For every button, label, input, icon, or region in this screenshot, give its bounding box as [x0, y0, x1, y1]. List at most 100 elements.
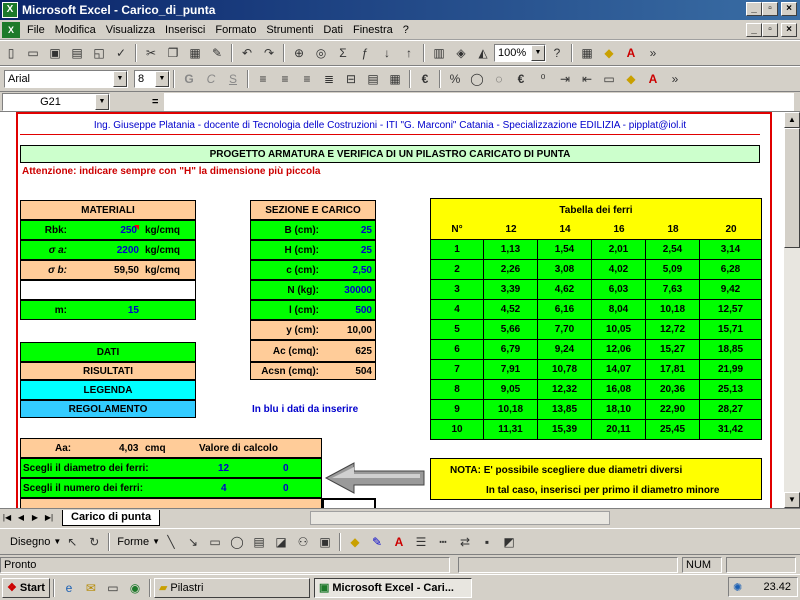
font-size-select[interactable]: 8 ▼ — [134, 70, 170, 88]
fill-color-icon[interactable]: ◆ — [598, 43, 620, 63]
tabella-cell[interactable]: 15,71 — [700, 320, 762, 340]
font-color-icon-3[interactable]: A — [388, 532, 410, 552]
bold-icon[interactable]: G — [178, 69, 200, 89]
close-button[interactable]: × — [781, 2, 797, 16]
scroll-thumb[interactable] — [784, 128, 800, 248]
autosum-icon[interactable]: Σ — [332, 43, 354, 63]
tabella-cell[interactable]: 12,06 — [592, 340, 646, 360]
project-title[interactable]: PROGETTO ARMATURA E VERIFICA DI UN PILAS… — [20, 145, 760, 163]
open-icon[interactable]: ▭ — [22, 43, 44, 63]
clock[interactable]: 23.42 — [763, 581, 791, 593]
legend-legenda[interactable]: LEGENDA — [20, 380, 196, 400]
format-painter-icon[interactable]: ✎ — [206, 43, 228, 63]
sezione-row-ac[interactable]: Ac (cmq): 625 — [250, 340, 376, 362]
calc-partial-row[interactable] — [20, 498, 322, 508]
tabella-row-number[interactable]: 9 — [430, 400, 484, 420]
tabella-cell[interactable]: 18,85 — [700, 340, 762, 360]
menu-modifica[interactable]: Modifica — [50, 24, 101, 36]
last-sheet-icon[interactable]: ▶| — [42, 511, 56, 525]
tabella-cell[interactable]: 7,91 — [484, 360, 538, 380]
menu-visualizza[interactable]: Visualizza — [101, 24, 160, 36]
tabella-cell[interactable]: 12,57 — [700, 300, 762, 320]
tabella-cell[interactable]: 25,45 — [646, 420, 700, 440]
tabella-row-number[interactable]: 3 — [430, 280, 484, 300]
tabella-cell[interactable]: 21,99 — [700, 360, 762, 380]
sort-asc-icon[interactable]: ↓ — [376, 43, 398, 63]
tabella-title[interactable]: Tabella dei ferri — [430, 202, 762, 218]
ie-icon[interactable]: e — [58, 578, 80, 598]
euro-icon[interactable]: € — [414, 69, 436, 89]
tabella-cell[interactable]: 1,13 — [484, 240, 538, 260]
formula-input[interactable] — [164, 92, 795, 111]
calc-aa-row[interactable]: Aa: 4,03 cmq Valore di calcolo — [20, 438, 322, 458]
minimize-button[interactable]: _ — [746, 2, 762, 16]
chevron-down-icon[interactable]: ▼ — [531, 45, 545, 61]
chevron-down-icon[interactable]: ▼ — [53, 537, 61, 546]
italic-icon[interactable]: C — [200, 69, 222, 89]
desktop-icon[interactable]: ▭ — [102, 578, 124, 598]
tabella-row-number[interactable]: 6 — [430, 340, 484, 360]
tabella-cell[interactable]: 3,14 — [700, 240, 762, 260]
print-preview-icon[interactable]: ◱ — [88, 43, 110, 63]
sezione-row-c[interactable]: c (cm): 2,50 — [250, 260, 376, 280]
rectangle-icon[interactable]: ▭ — [204, 532, 226, 552]
map-icon[interactable]: ◈ — [450, 43, 472, 63]
font-color-icon-2[interactable]: A — [642, 69, 664, 89]
warning-text[interactable]: Attenzione: indicare sempre con "H" la d… — [22, 164, 522, 178]
tabella-cell[interactable]: 7,70 — [538, 320, 592, 340]
tabella-cell[interactable]: 14,07 — [592, 360, 646, 380]
undo-icon[interactable]: ↶ — [236, 43, 258, 63]
tabella-cell[interactable]: 10,18 — [646, 300, 700, 320]
sezione-row-y[interactable]: y (cm): 10,00 — [250, 320, 376, 340]
align-left-icon[interactable]: ≡ — [252, 69, 274, 89]
chevron-down-icon[interactable]: ▼ — [155, 71, 169, 87]
clipart-icon[interactable]: ⚇ — [292, 532, 314, 552]
zoom-select[interactable]: 100% ▼ — [494, 44, 546, 62]
tabella-cell[interactable]: 2,54 — [646, 240, 700, 260]
grid-icon[interactable]: ▦ — [384, 69, 406, 89]
tabella-row-number[interactable]: 5 — [430, 320, 484, 340]
materiali-row-rbk[interactable]: Rbk: 250 kg/cmq — [20, 220, 196, 240]
maximize-button[interactable]: ▫ — [762, 2, 778, 16]
menu-help[interactable]: ? — [398, 24, 414, 36]
tabella-header-cell[interactable]: 18 — [646, 220, 700, 238]
sezione-row-n[interactable]: N (kg): 30000 — [250, 280, 376, 300]
drawing-icon[interactable]: ◭ — [472, 43, 494, 63]
tabella-cell[interactable]: 4,52 — [484, 300, 538, 320]
3d-icon[interactable]: ◩ — [498, 532, 520, 552]
chevron-down-icon[interactable]: ▼ — [152, 537, 160, 546]
function-icon[interactable]: ƒ — [354, 43, 376, 63]
menu-finestra[interactable]: Finestra — [348, 24, 398, 36]
first-sheet-icon[interactable]: |◀ — [0, 511, 14, 525]
tabella-cell[interactable]: 10,18 — [484, 400, 538, 420]
sezione-row-h[interactable]: H (cm): 25 — [250, 240, 376, 260]
tabella-cell[interactable]: 17,81 — [646, 360, 700, 380]
tab-carico-di-punta[interactable]: Carico di punta — [62, 509, 161, 526]
materiali-empty-row[interactable] — [20, 280, 196, 300]
tabella-row-number[interactable]: 2 — [430, 260, 484, 280]
tabella-cell[interactable]: 22,90 — [646, 400, 700, 420]
tabella-header-cell[interactable]: N° — [430, 220, 484, 238]
tabella-cell[interactable]: 9,42 — [700, 280, 762, 300]
paste-icon[interactable]: ▦ — [184, 43, 206, 63]
fill-color-icon-3[interactable]: ◆ — [344, 532, 366, 552]
tabella-header-cell[interactable]: 16 — [592, 220, 646, 238]
tabella-cell[interactable]: 6,16 — [538, 300, 592, 320]
align-center-icon[interactable]: ≡ — [274, 69, 296, 89]
tabella-cell[interactable]: 13,85 — [538, 400, 592, 420]
materiali-row-sigma-a[interactable]: σ a: 2200 kg/cmq — [20, 240, 196, 260]
tabella-row-number[interactable]: 7 — [430, 360, 484, 380]
tabella-cell[interactable]: 11,31 — [484, 420, 538, 440]
chart-wizard-icon[interactable]: ▥ — [428, 43, 450, 63]
tabella-cell[interactable]: 18,10 — [592, 400, 646, 420]
chevron-down-icon[interactable]: ▼ — [113, 71, 127, 87]
cut-icon[interactable]: ✂ — [140, 43, 162, 63]
select-pointer-icon[interactable]: ↖ — [61, 532, 83, 552]
tabella-cell[interactable]: 3,08 — [538, 260, 592, 280]
tabella-row-number[interactable]: 1 — [430, 240, 484, 260]
oval-icon[interactable]: ◯ — [226, 532, 248, 552]
calc-diameter-row[interactable]: Scegli il diametro dei ferri: 12 0 — [20, 458, 322, 478]
tabella-cell[interactable]: 5,09 — [646, 260, 700, 280]
tabella-cell[interactable]: 9,24 — [538, 340, 592, 360]
vertical-scrollbar[interactable]: ▲ ▼ — [784, 112, 800, 508]
